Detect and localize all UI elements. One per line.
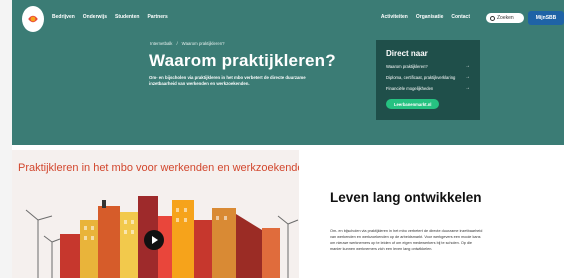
top-navigation: Bedrijven Onderwijs Studenten Partners A… [12,0,564,37]
direct-link-label: Diploma, certificaat, praktijkverklaring [386,74,456,80]
direct-link-financieel[interactable]: Financiële mogelijkheden → [386,85,470,91]
page-title: Waarom praktijkleren? [149,51,336,70]
breadcrumb-current: Waarom praktijkleren? [181,41,225,46]
arrow-right-icon: → [465,63,470,69]
search-icon [490,15,495,21]
leerbanenmarkt-button[interactable]: Leerbanenmarkt.nl [386,99,440,109]
account-label: MijnSBB [535,15,557,21]
nav-onderwijs[interactable]: Onderwijs [83,14,107,20]
nav-activiteiten[interactable]: Activiteiten [381,14,408,20]
nav-partners[interactable]: Partners [147,14,167,20]
section-heading: Leven lang ontwikkelen [330,190,482,205]
video-block[interactable]: Praktijkleren in het mbo voor werkenden … [12,150,299,278]
page: Bedrijven Onderwijs Studenten Partners A… [0,0,564,278]
direct-link-diploma[interactable]: Diploma, certificaat, praktijkverklaring… [386,74,470,80]
main-nav: Bedrijven Onderwijs Studenten Partners [52,14,168,20]
section-body: Om- en bijscholen via praktijkleren in h… [330,229,483,251]
direct-link-label: Waarom praktijkleren? [386,63,428,69]
direct-naar-panel: Direct naar Waarom praktijkleren? → Dipl… [376,40,480,120]
direct-naar-title: Direct naar [386,49,428,58]
nav-bedrijven[interactable]: Bedrijven [52,14,75,20]
direct-link-label: Financiële mogelijkheden [386,85,434,91]
arrow-right-icon: → [465,74,470,80]
hero-subtitle: Om- en bijscholen via praktijkleren in h… [149,75,306,86]
breadcrumb: Internetbalk / Waarom praktijkleren? [150,41,225,46]
search-placeholder: Zoeken [497,15,514,21]
breadcrumb-home[interactable]: Internetbalk [150,41,172,46]
left-bleed [0,0,12,278]
nav-contact[interactable]: Contact [451,14,470,20]
direct-link-waarom[interactable]: Waarom praktijkleren? → [386,63,470,69]
video-title: Praktijkleren in het mbo voor werkenden … [18,162,299,174]
secondary-nav: Activiteiten Organisatie Contact [381,14,470,20]
nav-studenten[interactable]: Studenten [115,14,139,20]
arrow-right-icon: → [465,85,470,91]
breadcrumb-separator: / [176,41,178,46]
account-button[interactable]: MijnSBB [528,11,564,25]
frame: Bedrijven Onderwijs Studenten Partners A… [12,0,564,278]
search-input[interactable]: Zoeken [486,13,524,23]
play-icon[interactable] [144,230,164,250]
nav-organisatie[interactable]: Organisatie [416,14,444,20]
sbb-logo-icon[interactable] [22,6,44,32]
